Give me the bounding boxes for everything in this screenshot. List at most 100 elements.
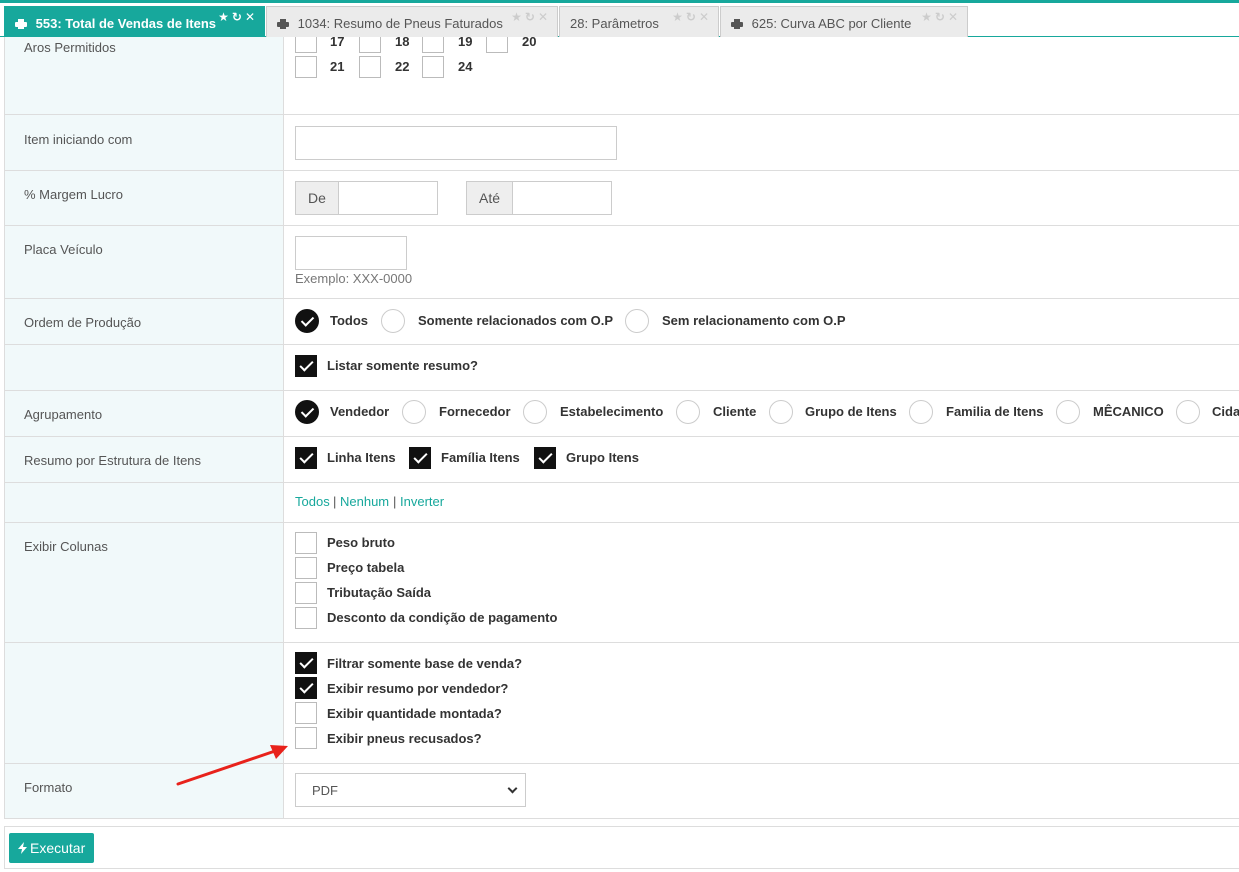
tab-label: 553: Total de Vendas de Itens — [35, 16, 216, 31]
tributacao-saida-checkbox[interactable] — [295, 582, 317, 604]
row-agrupamento: Agrupamento Vendedor Fornecedor Estabele… — [5, 391, 1239, 437]
checkbox-label: Listar somente resumo? — [327, 358, 478, 373]
label-cell: Agrupamento — [5, 391, 284, 436]
close-icon[interactable]: ✕ — [699, 10, 712, 24]
ordem-todos-radio[interactable] — [295, 309, 319, 333]
agrup-fornecedor-radio[interactable] — [402, 400, 426, 424]
row-listar-resumo: Listar somente resumo? — [5, 345, 1239, 391]
radio-label: Familia de Itens — [946, 404, 1044, 419]
tab-actions[interactable]: ★↻✕ — [218, 10, 258, 24]
aro-label: 19 — [458, 37, 473, 49]
resumo-label: Resumo por Estrutura de Itens — [24, 453, 202, 468]
grupo-itens-checkbox[interactable] — [534, 447, 556, 469]
close-icon[interactable]: ✕ — [948, 10, 961, 24]
margem-ate-input[interactable] — [512, 181, 612, 215]
ordem-sem-radio[interactable] — [625, 309, 649, 333]
item-iniciando-input[interactable] — [295, 126, 617, 160]
tab-actions[interactable]: ★↻✕ — [921, 10, 961, 24]
close-icon[interactable]: ✕ — [538, 10, 551, 24]
linha-itens-checkbox[interactable] — [295, 447, 317, 469]
tab-28[interactable]: 28: Parâmetros ★↻✕ — [559, 6, 719, 37]
aro-17-checkbox[interactable] — [295, 37, 317, 53]
tab-actions[interactable]: ★↻✕ — [511, 10, 551, 24]
aro-label: 18 — [395, 37, 410, 49]
agrup-cidade-radio[interactable] — [1176, 400, 1200, 424]
executar-button[interactable]: Executar — [9, 833, 95, 863]
peso-bruto-checkbox[interactable] — [295, 532, 317, 554]
agrup-familia-radio[interactable] — [909, 400, 933, 424]
placa-label: Placa Veículo — [24, 242, 103, 257]
tab-label: 1034: Resumo de Pneus Faturados — [297, 16, 503, 31]
inverter-link[interactable]: Inverter — [400, 494, 444, 509]
radio-label: Todos — [330, 313, 369, 328]
checkbox-label: Exibir resumo por vendedor? — [327, 681, 509, 696]
radio-label: Somente relacionados com O.P — [418, 313, 614, 328]
margem-label: % Margem Lucro — [24, 187, 123, 202]
executar-label: Executar — [30, 840, 86, 856]
star-icon[interactable]: ★ — [672, 10, 686, 24]
todos-link[interactable]: Todos — [295, 494, 330, 509]
refresh-icon[interactable]: ↻ — [686, 10, 699, 24]
checkbox-label: Família Itens — [441, 450, 520, 465]
aros-options: 13 14 15 16 17 18 19 20 21 22 24 — [285, 37, 1239, 114]
familia-itens-checkbox[interactable] — [409, 447, 431, 469]
value-cell: Filtrar somente base de venda? Exibir re… — [285, 643, 1239, 763]
tab-actions[interactable]: ★↻✕ — [672, 10, 712, 24]
filtrar-base-venda-checkbox[interactable] — [295, 652, 317, 674]
tab-625[interactable]: 625: Curva ABC por Cliente ★↻✕ — [720, 6, 968, 37]
chevron-down-icon — [507, 783, 518, 794]
checkbox-label: Linha Itens — [327, 450, 396, 465]
desconto-condicao-checkbox[interactable] — [295, 607, 317, 629]
agrup-mecanico-radio[interactable] — [1056, 400, 1080, 424]
aro-label: 21 — [330, 59, 345, 74]
red-annotation-arrow — [176, 745, 288, 786]
label-cell: Item iniciando com — [5, 115, 284, 170]
margem-de-input[interactable] — [338, 181, 438, 215]
aro-18-checkbox[interactable] — [359, 37, 381, 53]
radio-label: Vendedor — [330, 404, 390, 419]
tab-1034[interactable]: 1034: Resumo de Pneus Faturados ★↻✕ — [266, 6, 558, 37]
value-cell: Exemplo: XXX-0000 — [285, 226, 1239, 298]
tab-label: 625: Curva ABC por Cliente — [751, 16, 912, 31]
close-icon[interactable]: ✕ — [245, 10, 258, 24]
refresh-icon[interactable]: ↻ — [232, 10, 245, 24]
item-iniciando-label: Item iniciando com — [24, 132, 133, 147]
agrup-cliente-radio[interactable] — [676, 400, 700, 424]
preco-tabela-checkbox[interactable] — [295, 557, 317, 579]
aro-24-checkbox[interactable] — [422, 56, 444, 78]
radio-label: Cida — [1212, 404, 1239, 419]
listar-resumo-checkbox[interactable] — [295, 355, 317, 377]
placa-input[interactable] — [295, 236, 407, 270]
refresh-icon[interactable]: ↻ — [935, 10, 948, 24]
formato-select[interactable]: PDF — [295, 773, 526, 807]
refresh-icon[interactable]: ↻ — [525, 10, 538, 24]
resumo-vendedor-checkbox[interactable] — [295, 677, 317, 699]
quantidade-montada-checkbox[interactable] — [295, 702, 317, 724]
tab-553[interactable]: 553: Total de Vendas de Itens ★↻✕ — [4, 6, 265, 38]
nenhum-link[interactable]: Nenhum — [340, 494, 389, 509]
value-cell: Peso bruto Preço tabela Tributação Saída… — [285, 523, 1239, 642]
value-cell: Todos Somente relacionados com O.P Sem r… — [285, 299, 1239, 344]
aro-label: 24 — [458, 59, 473, 74]
aro-19-checkbox[interactable] — [422, 37, 444, 53]
star-icon[interactable]: ★ — [511, 10, 525, 24]
agrup-grupo-radio[interactable] — [769, 400, 793, 424]
agrup-estabelecimento-radio[interactable] — [523, 400, 547, 424]
ordem-somente-radio[interactable] — [381, 309, 405, 333]
value-cell: Linha Itens Família Itens Grupo Itens — [285, 437, 1239, 482]
aro-21-checkbox[interactable] — [295, 56, 317, 78]
aro-20-checkbox[interactable] — [486, 37, 508, 53]
star-icon[interactable]: ★ — [921, 10, 935, 24]
value-cell — [285, 115, 1239, 170]
pneus-recusados-checkbox[interactable] — [295, 727, 317, 749]
radio-label: Fornecedor — [439, 404, 511, 419]
label-cell: % Margem Lucro — [5, 171, 284, 225]
checkbox-label: Tributação Saída — [327, 585, 432, 600]
label-cell: Exibir Colunas — [5, 523, 284, 642]
star-icon[interactable]: ★ — [218, 10, 232, 24]
aro-22-checkbox[interactable] — [359, 56, 381, 78]
bolt-icon — [18, 842, 27, 854]
de-addon: De — [295, 181, 339, 215]
label-cell — [5, 345, 284, 390]
agrup-vendedor-radio[interactable] — [295, 400, 319, 424]
